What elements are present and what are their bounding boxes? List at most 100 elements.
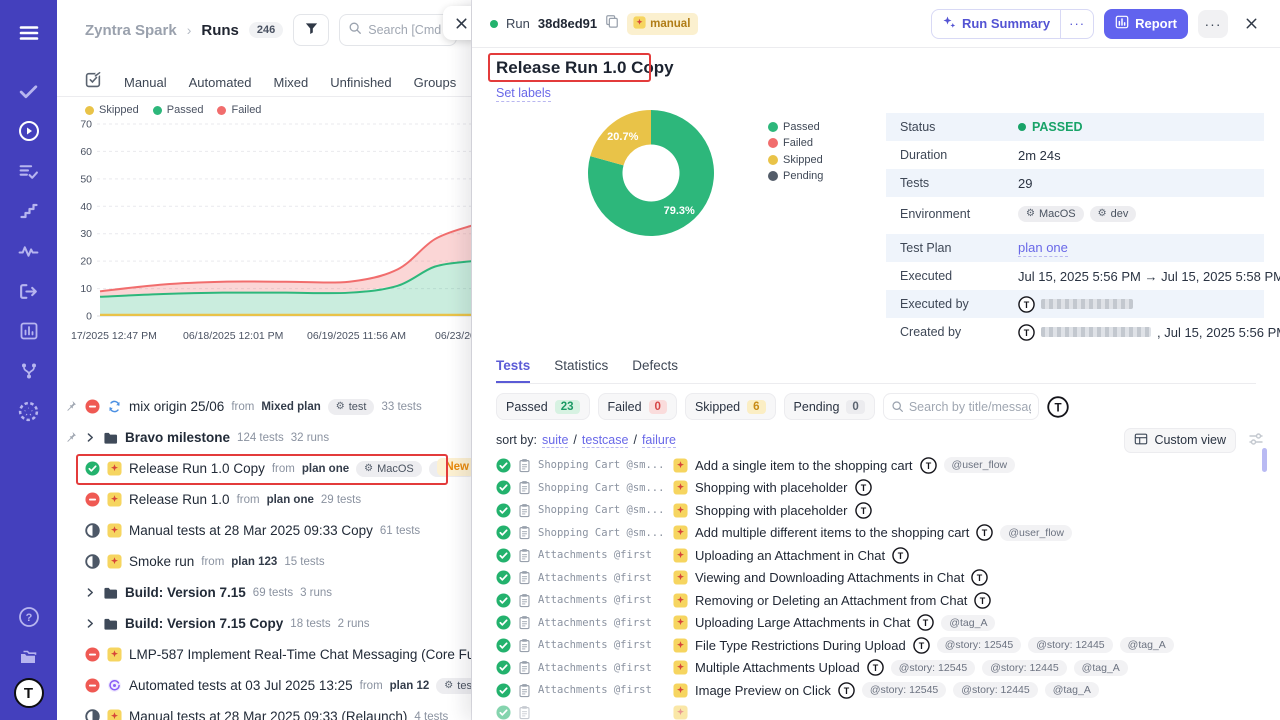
run-group-row[interactable]: Bravo milestone124 tests32 runs xyxy=(57,422,471,453)
run-row[interactable]: Manual tests at 28 Mar 2025 09:33 Copy61… xyxy=(57,515,471,546)
filter-chip-pending[interactable]: Pending0 xyxy=(784,393,875,420)
sort-link-testcase[interactable]: testcase xyxy=(582,433,629,448)
run-row[interactable]: Release Run 1.0fromplan one29 tests xyxy=(57,484,471,515)
run-actions: Run Summary ··· Report ··· xyxy=(931,9,1264,39)
donut-legend-item: Failed xyxy=(768,137,823,151)
sort-separator: / xyxy=(573,433,576,447)
filter-button[interactable] xyxy=(293,14,329,46)
tab-manual[interactable]: Manual xyxy=(124,75,167,90)
more-actions-button[interactable]: ··· xyxy=(1198,10,1228,38)
detail-tab-tests[interactable]: Tests xyxy=(496,358,530,383)
test-row[interactable]: Attachments @firstMultiple Attachments U… xyxy=(496,657,1270,680)
test-row[interactable]: Shopping Cart @sm...Add multiple differe… xyxy=(496,522,1270,545)
legend-label: Passed xyxy=(167,104,204,116)
sort-link-suite[interactable]: suite xyxy=(542,433,568,448)
svg-text:T: T xyxy=(923,618,929,628)
test-row[interactable]: Shopping Cart @sm...Shopping with placeh… xyxy=(496,499,1270,522)
detail-tab-statistics[interactable]: Statistics xyxy=(554,358,608,383)
env-badge-label: test xyxy=(457,680,472,692)
integrations-icon[interactable] xyxy=(10,352,48,390)
manual-run-icon xyxy=(633,16,646,32)
test-cases-icon[interactable] xyxy=(10,152,48,190)
tab-automated[interactable]: Automated xyxy=(189,75,252,90)
filter-count: 0 xyxy=(649,400,667,414)
run-tests-count: 15 tests xyxy=(284,556,324,568)
sign-in-icon[interactable] xyxy=(10,272,48,310)
settings-icon[interactable] xyxy=(10,392,48,430)
sliders-icon[interactable] xyxy=(1248,431,1264,450)
runs-icon[interactable] xyxy=(10,112,48,150)
help-icon[interactable]: ? xyxy=(10,598,48,636)
details-value: plan one xyxy=(1018,240,1068,257)
set-labels-link[interactable]: Set labels xyxy=(496,86,551,102)
run-summary-more-button[interactable]: ··· xyxy=(1060,10,1093,38)
runs-search-input[interactable] xyxy=(368,23,448,37)
sort-link-failure[interactable]: failure xyxy=(642,433,676,448)
filter-chip-skipped[interactable]: Skipped6 xyxy=(685,393,776,420)
donut-legend-label: Passed xyxy=(783,121,820,133)
breadcrumb-project[interactable]: Zyntra Spark xyxy=(85,22,177,39)
activity-icon[interactable] xyxy=(10,232,48,270)
tests-search-input[interactable] xyxy=(909,400,1031,414)
run-row[interactable]: mix origin 25/06fromMixed plan⚙test33 te… xyxy=(57,391,471,422)
svg-text:20.7%: 20.7% xyxy=(607,131,638,143)
test-row[interactable]: Attachments @firstUploading Large Attach… xyxy=(496,612,1270,635)
run-summary-button[interactable]: Run Summary ··· xyxy=(931,9,1094,39)
test-row[interactable]: Attachments @firstFile Type Restrictions… xyxy=(496,634,1270,657)
tab-mixed[interactable]: Mixed xyxy=(274,75,309,90)
group-runs-count: 2 runs xyxy=(338,618,370,630)
tests-scrollbar[interactable] xyxy=(1262,448,1267,472)
run-row[interactable]: Manual tests at 28 Mar 2025 09:33 (Relau… xyxy=(57,701,471,720)
steps-icon[interactable] xyxy=(10,192,48,230)
test-row[interactable]: Shopping Cart @sm...Add a single item to… xyxy=(496,454,1270,477)
run-row[interactable]: Smoke runfromplan 12315 tests xyxy=(57,546,471,577)
report-button[interactable]: Report xyxy=(1104,9,1188,39)
user-avatar[interactable]: T xyxy=(14,678,44,708)
panel-close-button[interactable] xyxy=(443,6,472,40)
menu-icon[interactable] xyxy=(10,14,48,52)
donut-legend: PassedFailedSkippedPending xyxy=(768,120,823,183)
select-runs-icon[interactable] xyxy=(85,71,102,93)
env-badge-label: MacOS xyxy=(1039,208,1076,220)
test-row[interactable]: Attachments @firstUploading an Attachmen… xyxy=(496,544,1270,567)
filter-chip-passed[interactable]: Passed23 xyxy=(496,393,590,420)
test-tag: @story: 12445 xyxy=(982,660,1066,676)
run-row[interactable]: Automated tests at 03 Jul 2025 13:25from… xyxy=(57,670,471,701)
test-row[interactable]: Shopping Cart @sm...Shopping with placeh… xyxy=(496,477,1270,500)
tab-groups[interactable]: Groups xyxy=(414,75,457,90)
custom-view-label: Custom view xyxy=(1154,433,1226,447)
test-row[interactable]: Attachments @firstRemoving or Deleting a… xyxy=(496,589,1270,612)
test-plan-link[interactable]: plan one xyxy=(1018,240,1068,257)
svg-text:79.3%: 79.3% xyxy=(664,205,695,217)
run-row[interactable]: Release Run 1.0 Copyfromplan one⚙MacOS⚙d… xyxy=(57,453,471,484)
detail-tab-defects[interactable]: Defects xyxy=(632,358,678,383)
tab-unfinished[interactable]: Unfinished xyxy=(330,75,391,90)
checks-icon[interactable] xyxy=(10,72,48,110)
copy-icon[interactable] xyxy=(605,14,619,33)
projects-icon[interactable] xyxy=(10,638,48,676)
details-row: StatusPASSED xyxy=(886,113,1264,141)
status-dot xyxy=(1018,123,1026,131)
test-row[interactable] xyxy=(496,702,1270,720)
run-tests-count: 61 tests xyxy=(380,525,420,537)
test-title: Shopping with placeholder xyxy=(695,480,848,495)
close-detail-icon[interactable] xyxy=(1238,11,1264,37)
test-row[interactable]: Attachments @firstViewing and Downloadin… xyxy=(496,567,1270,590)
run-tests-count: 29 tests xyxy=(321,494,361,506)
run-title: Release Run 1.0 Copy xyxy=(496,58,674,78)
run-group-row[interactable]: Build: Version 7.15 Copy18 tests2 runs xyxy=(57,608,471,639)
svg-text:T: T xyxy=(1054,401,1061,414)
test-row[interactable]: Attachments @firstImage Preview on Click… xyxy=(496,679,1270,702)
assignee-avatar-icon: T xyxy=(917,614,934,631)
breadcrumb-separator: › xyxy=(187,22,192,38)
env-badge-label: MacOS xyxy=(377,463,414,475)
legend-dot xyxy=(85,106,94,115)
env-badge: ⚙MacOS xyxy=(356,461,422,477)
custom-view-button[interactable]: Custom view xyxy=(1124,428,1236,453)
filter-chip-failed[interactable]: Failed0 xyxy=(598,393,677,420)
reports-icon[interactable] xyxy=(10,312,48,350)
status-text: PASSED xyxy=(1032,120,1082,134)
run-group-row[interactable]: Build: Version 7.1569 tests3 runs xyxy=(57,577,471,608)
run-row[interactable]: LMP-587 Implement Real-Time Chat Messagi… xyxy=(57,639,471,670)
run-group-title: Build: Version 7.15 xyxy=(125,585,246,600)
